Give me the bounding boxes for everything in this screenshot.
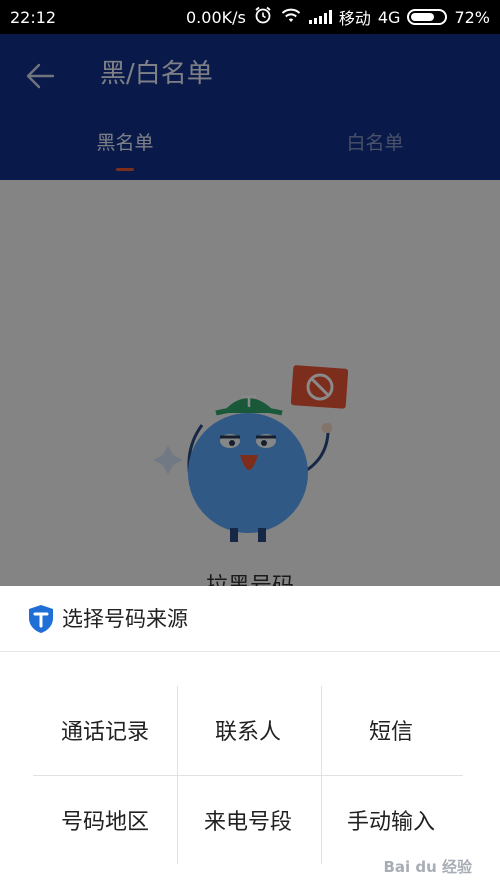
watermark: Bai du 经验 [383,858,472,876]
network-speed: 0.00K/s [186,7,246,27]
battery-fill [411,13,435,21]
source-options-grid: 通话记录 联系人 短信 号码地区 来电号段 手动输入 [33,686,463,864]
battery-percent: 72% [454,7,490,27]
status-bar: 22:12 0.00K/s 移动 4G 72% [0,0,500,34]
option-call-log[interactable]: 通话记录 [33,686,177,774]
option-manual-input[interactable]: 手动输入 [319,776,463,864]
carrier-label: 移动 [338,9,371,28]
sheet-header: 选择号码来源 [0,586,500,652]
battery-icon [407,9,448,25]
option-number-region[interactable]: 号码地区 [33,776,177,864]
signal-icon [308,10,332,24]
status-time: 22:12 [10,7,57,27]
option-contacts[interactable]: 联系人 [176,686,320,774]
option-number-prefix[interactable]: 来电号段 [176,776,320,864]
bottom-sheet: 选择号码来源 通话记录 联系人 短信 号码地区 来电号段 手动输入 Bai du… [0,586,500,889]
grid-divider [33,775,463,776]
alarm-icon [253,5,273,29]
wifi-icon [280,6,302,28]
sheet-title: 选择号码来源 [62,607,188,631]
shield-icon [29,605,53,633]
option-sms[interactable]: 短信 [319,686,463,774]
network-type: 4G [377,7,401,27]
